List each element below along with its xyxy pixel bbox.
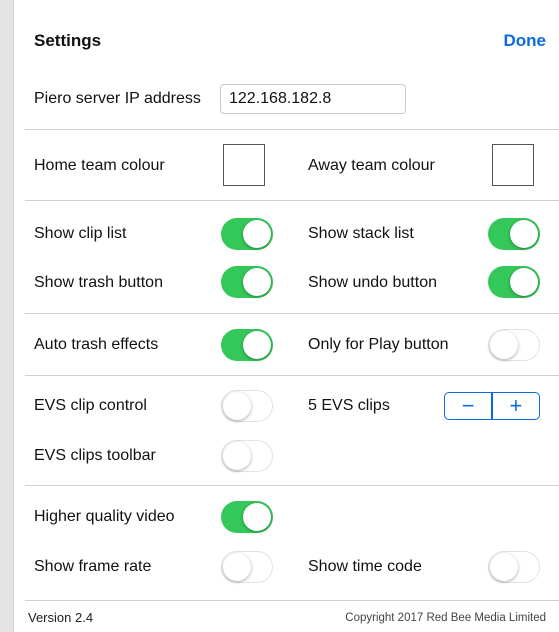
toggle-knob [223,552,251,581]
toggle-knob [490,330,518,359]
toggle-knob [510,268,538,296]
auto-trash-effects-label: Auto trash effects [34,336,159,353]
divider [25,600,559,601]
show-trash-button-toggle[interactable] [221,266,273,298]
divider [25,313,559,314]
increment-button[interactable]: + [493,393,539,419]
divider [25,200,559,201]
server-ip-input[interactable] [220,84,406,114]
done-button[interactable]: Done [504,28,547,54]
evs-clips-count-label: 5 EVS clips [308,397,390,414]
show-frame-rate-toggle[interactable] [221,551,273,583]
home-team-colour-swatch[interactable] [223,144,265,186]
show-clip-list-label: Show clip list [34,225,127,242]
evs-clips-toolbar-label: EVS clips toolbar [34,447,156,464]
divider [25,375,559,376]
toggle-knob [223,441,251,470]
decrement-button[interactable]: − [445,393,491,419]
away-team-colour-label: Away team colour [308,157,435,174]
show-time-code-label: Show time code [308,558,422,575]
higher-quality-video-toggle[interactable] [221,501,273,533]
show-stack-list-toggle[interactable] [488,218,540,250]
divider [25,129,559,130]
away-team-colour-swatch[interactable] [492,144,534,186]
show-time-code-toggle[interactable] [488,551,540,583]
page-title: Settings [34,31,102,50]
copyright-label: Copyright 2017 Red Bee Media Limited [345,612,546,624]
show-trash-button-label: Show trash button [34,274,163,291]
evs-clips-toolbar-toggle[interactable] [221,440,273,472]
show-clip-list-toggle[interactable] [221,218,273,250]
divider [25,485,559,486]
server-ip-label: Piero server IP address [34,90,201,107]
home-team-colour-label: Home team colour [34,157,165,174]
evs-clips-stepper: − + [444,392,540,420]
show-frame-rate-label: Show frame rate [34,558,152,575]
version-label: Version 2.4 [28,610,94,625]
toggle-knob [490,552,518,581]
only-for-play-button-label: Only for Play button [308,336,449,353]
toggle-knob [243,220,271,248]
auto-trash-effects-toggle[interactable] [221,329,273,361]
higher-quality-video-label: Higher quality video [34,508,175,525]
toggle-knob [510,220,538,248]
toggle-knob [243,268,271,296]
toggle-knob [243,331,271,359]
toggle-knob [223,391,251,420]
toggle-knob [243,503,271,531]
settings-panel: Settings Done Piero server IP address Ho… [13,0,559,632]
evs-clip-control-label: EVS clip control [34,397,147,414]
evs-clip-control-toggle[interactable] [221,390,273,422]
show-stack-list-label: Show stack list [308,225,414,242]
only-for-play-button-toggle[interactable] [488,329,540,361]
show-undo-button-toggle[interactable] [488,266,540,298]
show-undo-button-label: Show undo button [308,274,437,291]
